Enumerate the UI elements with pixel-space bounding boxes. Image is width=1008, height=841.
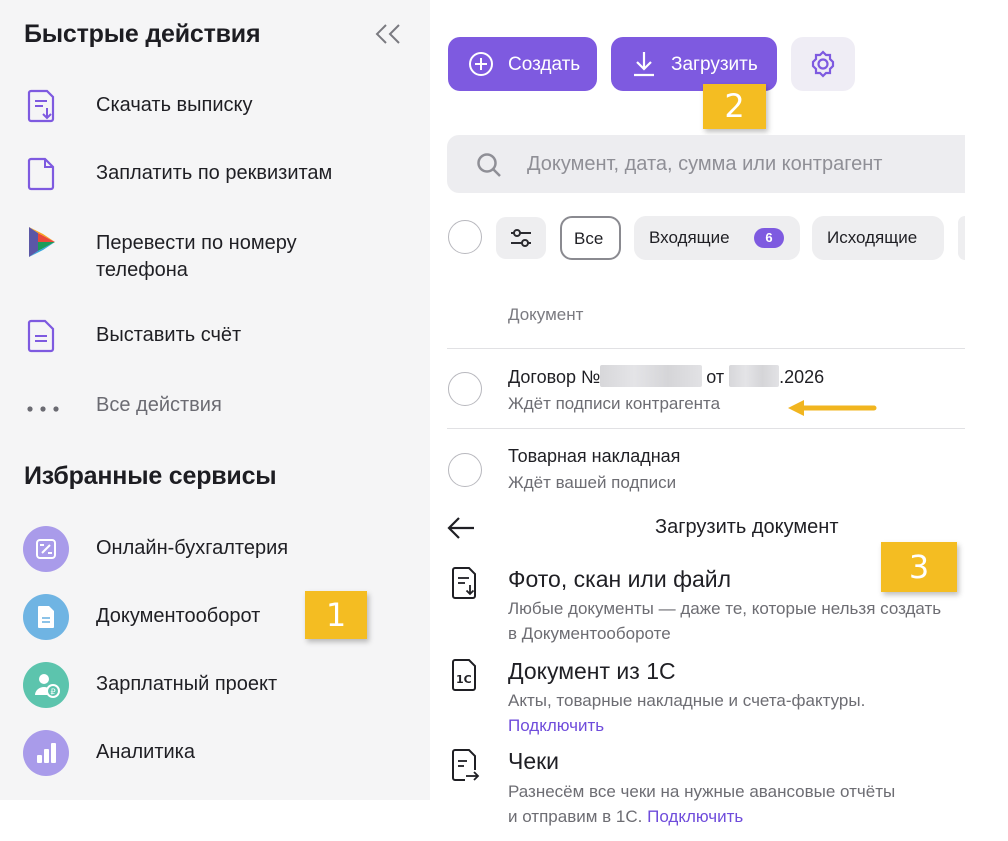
document-title-prefix: Договор № — [508, 367, 601, 387]
column-header-document: Документ — [508, 305, 584, 324]
quick-action-issue-invoice[interactable]: Выставить счёт — [0, 312, 430, 360]
filter-chip-all[interactable]: Все — [560, 216, 621, 260]
plus-circle-icon — [469, 52, 493, 76]
service-label: Документооборот — [96, 605, 261, 627]
upload-option-file-desc-line1: Любые документы — даже те, которые нельз… — [508, 599, 942, 618]
upload-option-file-title[interactable]: Фото, скан или файл — [508, 566, 731, 593]
arrow-left-icon — [447, 517, 474, 539]
sliders-icon — [511, 229, 531, 247]
back-button[interactable] — [446, 514, 476, 542]
invoice-icon — [27, 319, 55, 353]
table-divider — [447, 428, 965, 429]
upload-button[interactable]: Загрузить — [611, 37, 777, 91]
document-title-contract[interactable]: Договор № от .2026 — [508, 365, 824, 388]
document-status: Ждёт подписи контрагента — [508, 394, 721, 413]
connect-1c-link[interactable]: Подключить — [508, 713, 604, 738]
accounting-icon — [23, 526, 69, 572]
receipts-desc-text: и отправим в 1С. — [508, 807, 643, 826]
connect-receipts-link[interactable]: Подключить — [647, 807, 743, 826]
1c-icon: 1C — [452, 659, 476, 691]
quick-action-label-line2: телефона — [96, 259, 188, 281]
search-icon — [477, 153, 501, 177]
upload-option-receipts-desc-line2: и отправим в 1С. Подключить — [508, 804, 998, 829]
more-dots-icon — [27, 406, 59, 412]
document-search[interactable] — [447, 135, 965, 193]
statement-download-icon — [27, 89, 55, 123]
svg-text:1C: 1C — [456, 673, 472, 686]
service-online-accounting[interactable]: Онлайн-бухгалтерия — [0, 524, 430, 574]
quick-action-all-actions[interactable]: Все действия — [0, 380, 430, 428]
gear-icon — [811, 50, 835, 78]
redacted-number — [600, 365, 703, 387]
filter-chip-overflow[interactable] — [958, 216, 965, 260]
callout-marker-3: 3 — [881, 542, 957, 592]
filter-chip-label: Входящие — [649, 228, 730, 247]
document-title-suffix: .2026 — [779, 367, 825, 387]
upload-button-label: Загрузить — [671, 54, 758, 75]
upload-option-1c-desc: Акты, товарные накладные и счета-фактуры… — [508, 691, 866, 710]
filter-chip-label: Исходящие — [827, 228, 918, 247]
incoming-count-badge: 6 — [754, 228, 784, 248]
quick-action-label-line1: Перевести по номеру — [96, 232, 297, 254]
quick-actions-panel: Быстрые действия Скачать выписку Заплати… — [0, 0, 430, 800]
document-icon — [27, 157, 55, 191]
create-button-label: Создать — [508, 54, 581, 75]
select-all-checkbox[interactable] — [448, 220, 482, 254]
filter-chip-label: Все — [574, 229, 604, 248]
upload-panel-title: Загрузить документ — [655, 516, 839, 538]
double-chevron-left-icon — [375, 24, 400, 44]
document-flow-icon — [23, 594, 69, 640]
service-label: Онлайн-бухгалтерия — [96, 537, 289, 559]
create-button[interactable]: Создать — [448, 37, 597, 91]
redacted-date — [729, 365, 780, 387]
service-analytics[interactable]: Аналитика — [0, 728, 430, 778]
upload-option-receipts-title[interactable]: Чеки — [508, 748, 559, 775]
file-upload-icon — [452, 567, 476, 599]
favorites-title: Избранные сервисы — [24, 462, 277, 490]
service-label: Аналитика — [96, 741, 195, 763]
quick-action-download-statement[interactable]: Скачать выписку — [0, 82, 430, 130]
sbp-logo-icon — [29, 227, 55, 257]
table-divider — [447, 348, 965, 349]
settings-button[interactable] — [791, 37, 855, 91]
filter-chip-outgoing[interactable]: Исходящие — [812, 216, 944, 260]
quick-action-transfer-by-phone[interactable]: Перевести по номеру телефона — [0, 222, 430, 284]
quick-action-label: Все действия — [96, 394, 222, 416]
upload-option-1c-title[interactable]: Документ из 1С — [508, 658, 676, 685]
quick-action-label: Скачать выписку — [96, 94, 253, 116]
upload-option-receipts-desc-line1: Разнесём все чеки на нужные авансовые от… — [508, 782, 896, 801]
document-title-waybill[interactable]: Товарная накладная — [508, 446, 680, 467]
document-status: Ждёт вашей подписи — [508, 473, 677, 492]
filter-settings-button[interactable] — [496, 217, 546, 259]
quick-actions-title: Быстрые действия — [24, 20, 261, 48]
collapse-panel-button[interactable] — [372, 20, 404, 48]
row-checkbox[interactable] — [448, 372, 482, 406]
filter-chip-incoming[interactable]: Входящие 6 — [634, 216, 800, 260]
quick-action-label: Заплатить по реквизитам — [96, 162, 333, 184]
document-title-mid: от — [706, 367, 725, 387]
service-label: Зарплатный проект — [96, 673, 278, 695]
svg-text:₽: ₽ — [51, 688, 56, 697]
download-icon — [634, 52, 654, 77]
callout-marker-1: 1 — [305, 591, 367, 639]
search-input[interactable] — [527, 150, 947, 178]
pointer-arrow-icon — [788, 400, 877, 416]
upload-option-file-desc-line2: в Документообороте — [508, 624, 671, 643]
quick-action-label: Выставить счёт — [96, 324, 242, 346]
row-checkbox[interactable] — [448, 453, 482, 487]
payroll-icon: ₽ — [23, 662, 69, 708]
quick-action-pay-by-details[interactable]: Заплатить по реквизитам — [0, 150, 430, 198]
service-payroll[interactable]: ₽ Зарплатный проект — [0, 660, 430, 710]
receipt-icon — [452, 749, 480, 781]
analytics-icon — [23, 730, 69, 776]
callout-marker-2: 2 — [703, 84, 766, 129]
